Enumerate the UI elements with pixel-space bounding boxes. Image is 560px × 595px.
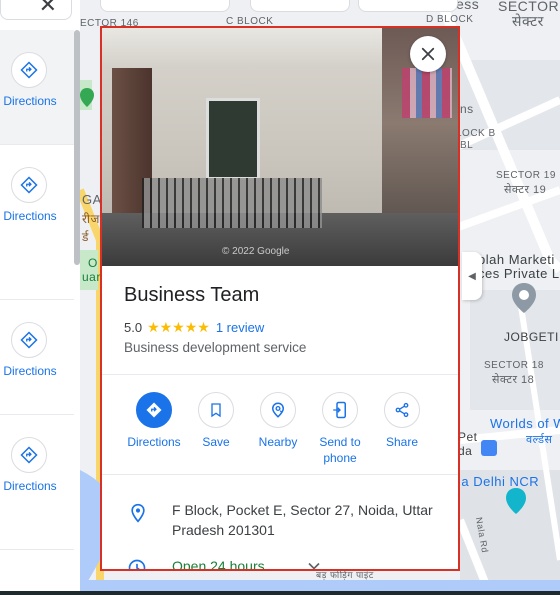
- photo-gate: [142, 178, 322, 228]
- divider: [102, 374, 458, 375]
- nearby-icon: [260, 392, 296, 428]
- directions-label[interactable]: Directions: [0, 94, 60, 108]
- photo-clothes: [402, 68, 452, 118]
- list-item[interactable]: Directions: [0, 30, 74, 144]
- results-list: ✕ Directions Directions Directions Direc…: [0, 0, 80, 595]
- rating-value: 5.0: [124, 320, 143, 335]
- divider: [102, 474, 458, 475]
- rating-row: 5.0 ★★★★★ 1 review: [124, 319, 264, 336]
- share-icon: [384, 392, 420, 428]
- directions-icon: [136, 392, 172, 428]
- divider: [0, 549, 74, 550]
- collapse-panel-button[interactable]: ◀: [462, 252, 482, 300]
- address-text: F Block, Pocket E, Sector 27, Noida, Utt…: [172, 502, 433, 538]
- chevron-down-icon[interactable]: [304, 556, 324, 571]
- list-item[interactable]: Directions: [0, 145, 74, 299]
- directions-button[interactable]: [11, 437, 47, 473]
- directions-button[interactable]: [11, 52, 47, 88]
- directions-icon: [20, 446, 38, 464]
- list-scrollbar[interactable]: [74, 30, 80, 265]
- nearby-action-button[interactable]: Nearby: [243, 392, 313, 450]
- filter-chip[interactable]: [358, 0, 458, 12]
- map-label: SECTOR 19: [496, 170, 556, 181]
- map-label: ces Private L: [478, 266, 560, 281]
- reviews-link[interactable]: 1 review: [216, 320, 264, 335]
- map-label: ns: [460, 102, 474, 116]
- hours-text: Open 24 hours: [172, 558, 265, 571]
- map-label: वर्ल्डस: [526, 434, 553, 446]
- send-to-phone-icon: [322, 392, 358, 428]
- directions-button[interactable]: [11, 167, 47, 203]
- map-label: uar: [82, 270, 101, 284]
- save-action-button[interactable]: Save: [181, 392, 251, 450]
- action-label: Directions: [127, 435, 181, 449]
- list-header-box: ✕: [0, 0, 72, 20]
- map-label: ess: [456, 0, 480, 12]
- map-label: GA: [82, 192, 102, 207]
- map-label: LOCK B: [456, 128, 496, 139]
- bottom-bar: [0, 591, 560, 595]
- filter-chip[interactable]: [100, 0, 230, 12]
- photo-credit: © 2022 Google: [222, 246, 290, 257]
- action-label: Nearby: [258, 435, 298, 449]
- place-category[interactable]: Business development service: [124, 340, 306, 355]
- share-action-button[interactable]: Share: [367, 392, 437, 450]
- map-label: BL: [460, 140, 474, 151]
- map-label: र्ड: [82, 230, 89, 244]
- star-rating-icon: ★★★★★: [147, 319, 210, 335]
- map-label: रीज: [82, 212, 100, 226]
- map-label: Worlds of W: [490, 416, 560, 431]
- map-label: JOBGETI: [504, 330, 559, 344]
- send-to-phone-action-button[interactable]: Send to phone: [305, 392, 375, 466]
- map-label: Pet: [458, 430, 478, 444]
- directions-action-button[interactable]: Directions: [119, 392, 189, 450]
- directions-icon: [20, 61, 38, 79]
- map-label: blah Marketi: [478, 252, 555, 267]
- map-label: सेक्टर 19: [504, 184, 547, 196]
- place-photo[interactable]: © 2022 Google: [102, 28, 458, 266]
- clock-icon: [128, 559, 146, 569]
- close-icon[interactable]: ✕: [39, 0, 57, 18]
- action-label: Save: [202, 435, 230, 449]
- directions-label[interactable]: Directions: [0, 209, 60, 223]
- caret-left-icon: ◀: [468, 270, 476, 282]
- map-label: सेक्टर 18: [492, 374, 535, 386]
- map-label: O: [88, 256, 98, 270]
- map-label: सेक्टर: [512, 13, 544, 29]
- map-label: da: [458, 444, 473, 458]
- place-title: Business Team: [124, 284, 260, 306]
- directions-label[interactable]: Directions: [0, 479, 60, 493]
- directions-icon: [20, 176, 38, 194]
- directions-label[interactable]: Directions: [0, 364, 60, 378]
- action-label: Share: [385, 435, 419, 449]
- directions-icon: [20, 331, 38, 349]
- photo-window: [206, 98, 260, 180]
- close-icon: [421, 47, 435, 61]
- bookmark-icon: [198, 392, 234, 428]
- close-card-button[interactable]: [410, 36, 446, 72]
- map-label: SECTOR 18: [484, 360, 544, 371]
- place-card: © 2022 Google Business Team 5.0 ★★★★★ 1 …: [100, 26, 460, 571]
- map-label: D BLOCK: [426, 14, 474, 25]
- list-item[interactable]: Directions: [0, 415, 74, 549]
- map-label: ia Delhi NCR: [458, 474, 540, 489]
- action-label: Send to phone: [319, 435, 361, 465]
- list-item[interactable]: Directions: [0, 300, 74, 414]
- location-pin-icon: [131, 503, 145, 523]
- directions-button[interactable]: [11, 322, 47, 358]
- filter-chip[interactable]: [250, 0, 350, 12]
